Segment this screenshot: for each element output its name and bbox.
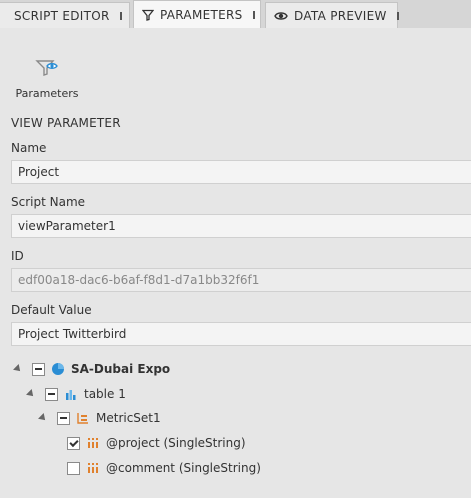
expand-icon[interactable] bbox=[26, 389, 36, 399]
table-icon bbox=[64, 387, 78, 401]
tree-node-label: table 1 bbox=[84, 387, 126, 401]
id-label: ID bbox=[11, 249, 24, 263]
parameter-icon bbox=[86, 436, 100, 450]
tree-node-parameter: @comment (SingleString) bbox=[67, 458, 261, 478]
pin-icon[interactable] bbox=[396, 11, 399, 20]
parameters-button[interactable]: Parameters bbox=[15, 58, 79, 100]
default-value-field[interactable]: Project Twitterbird bbox=[11, 322, 471, 346]
data-source-icon bbox=[51, 362, 65, 376]
name-label: Name bbox=[11, 141, 47, 155]
tree-node-parameter: @project (SingleString) bbox=[67, 433, 246, 453]
pin-icon[interactable] bbox=[252, 10, 255, 19]
expand-icon[interactable] bbox=[13, 364, 23, 374]
parameter-icon bbox=[86, 461, 100, 475]
tree-node-label: @project (SingleString) bbox=[106, 436, 246, 450]
eye-icon bbox=[274, 9, 288, 23]
tree-node-metricset: MetricSet1 bbox=[38, 408, 161, 428]
tab-label: DATA PREVIEW bbox=[294, 8, 387, 23]
checkbox[interactable] bbox=[32, 362, 45, 376]
tab-data-preview[interactable]: DATA PREVIEW bbox=[265, 2, 399, 28]
checkbox[interactable] bbox=[45, 387, 58, 401]
tab-label: SCRIPT EDITOR bbox=[14, 8, 110, 23]
parameters-label: Parameters bbox=[15, 87, 79, 100]
tab-bar: SCRIPT EDITOR PARAMETERS DATA PREVIEW bbox=[0, 0, 471, 28]
parameter-filter-icon bbox=[35, 58, 59, 81]
pin-icon[interactable] bbox=[119, 11, 122, 20]
tree-node-label: SA-Dubai Expo bbox=[71, 362, 171, 376]
checkbox[interactable] bbox=[67, 461, 80, 475]
tree-node-label: MetricSet1 bbox=[96, 411, 161, 425]
default-value-label: Default Value bbox=[11, 303, 92, 317]
tree-node-table: table 1 bbox=[26, 384, 126, 404]
script-name-field[interactable]: viewParameter1 bbox=[11, 214, 471, 238]
checkbox[interactable] bbox=[57, 411, 70, 425]
tab-label: PARAMETERS bbox=[160, 7, 243, 22]
tree-node-root: SA-Dubai Expo bbox=[13, 359, 171, 379]
script-name-label: Script Name bbox=[11, 195, 86, 209]
tab-parameters[interactable]: PARAMETERS bbox=[133, 0, 261, 28]
name-field[interactable]: Project bbox=[11, 160, 471, 184]
tree-node-label: @comment (SingleString) bbox=[106, 461, 261, 475]
checkbox[interactable] bbox=[67, 436, 80, 450]
section-title: VIEW PARAMETER bbox=[11, 116, 121, 130]
id-field: edf00a18-dac6-b6af-f8d1-d7a1bb32f6f1 bbox=[11, 268, 471, 292]
metricset-icon bbox=[76, 411, 90, 425]
tab-script-editor[interactable]: SCRIPT EDITOR bbox=[0, 2, 130, 28]
expand-icon[interactable] bbox=[38, 413, 48, 423]
funnel-icon bbox=[142, 8, 154, 22]
